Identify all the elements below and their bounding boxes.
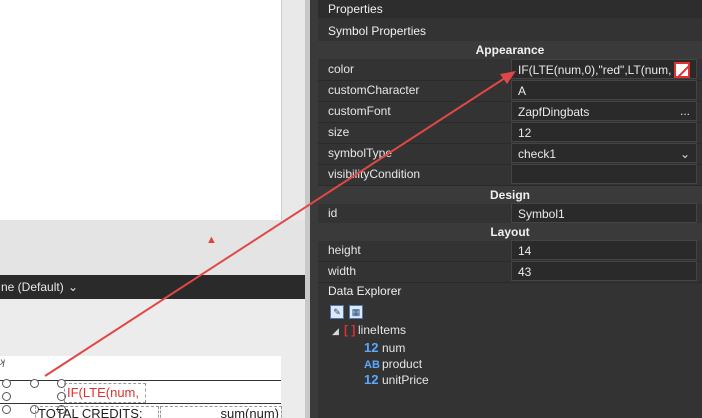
color-expression-field[interactable]: IF(LTE(num,0),"red",LT(num,: [511, 59, 697, 79]
prop-label: width: [328, 264, 357, 278]
number-type-icon: 12: [364, 372, 379, 387]
prop-row-customCharacter[interactable]: customCharacter A: [318, 80, 702, 102]
properties-title: Properties: [318, 0, 702, 18]
sum-textbox[interactable]: sum(num): [160, 406, 282, 418]
tree-item-lineItems[interactable]: ◢[ ] lineItems: [332, 322, 406, 338]
prop-label: height: [328, 243, 361, 257]
properties-panel: Properties Symbol Properties Appearance …: [318, 0, 702, 418]
width-field[interactable]: 43: [511, 261, 697, 281]
edit-datasource-icon[interactable]: ✎: [330, 305, 344, 319]
report-designer-canvas[interactable]: ▲ ne (Default) ⌄ ʞ IF(LTE(num, TOTAL CRE…: [0, 0, 310, 418]
datasource-grid-icon[interactable]: ▦: [349, 305, 363, 319]
number-type-icon: 12: [364, 340, 379, 355]
data-explorer-title: Data Explorer: [328, 284, 402, 298]
custom-font-field[interactable]: ZapfDingbats ...: [511, 101, 697, 121]
band-divider: [0, 380, 281, 381]
symbol-type-select[interactable]: check1 ⌄: [511, 143, 697, 163]
band-divider: [0, 403, 281, 404]
color-swatch-icon[interactable]: [674, 62, 690, 78]
data-explorer-toolbar: ✎ ▦: [330, 304, 368, 319]
browse-button[interactable]: ...: [674, 102, 696, 120]
warning-icon: ▲: [206, 234, 217, 246]
tree-item-product[interactable]: AB product: [364, 356, 422, 372]
prop-label: customCharacter: [328, 83, 420, 97]
prop-row-height[interactable]: height 14: [318, 240, 702, 262]
chevron-down-icon: ⌄: [679, 147, 690, 161]
prop-label: id: [328, 206, 338, 220]
height-field[interactable]: 14: [511, 240, 697, 260]
symbol-type-value: check1: [518, 147, 557, 161]
tree-item-label: unitPrice: [382, 373, 429, 387]
section-design: Design: [318, 186, 702, 204]
color-expression-value: IF(LTE(num,0),"red",LT(num,: [518, 63, 672, 77]
resize-handle[interactable]: [2, 392, 11, 401]
id-field[interactable]: Symbol1: [511, 203, 697, 223]
design-surface-margin: [0, 220, 305, 275]
prop-row-visibilityCondition[interactable]: visibilityCondition: [318, 164, 702, 186]
symbol-properties-title: Symbol Properties: [318, 22, 702, 40]
prop-label: visibilityCondition: [328, 167, 421, 181]
section-layout: Layout: [318, 223, 702, 241]
prop-label: size: [328, 125, 350, 139]
prop-label: color: [328, 62, 355, 76]
tree-item-label: lineItems: [358, 323, 407, 337]
size-field[interactable]: 12: [511, 122, 697, 142]
panel-splitter[interactable]: [310, 0, 318, 418]
custom-character-field[interactable]: A: [511, 80, 697, 100]
prop-row-symbolType[interactable]: symbolType check1 ⌄: [318, 143, 702, 165]
theme-dropdown-label: ne (Default): [1, 280, 64, 294]
prop-row-width[interactable]: width 43: [318, 261, 702, 283]
prop-row-size[interactable]: size 12: [318, 122, 702, 144]
prop-row-id[interactable]: id Symbol1: [318, 203, 702, 225]
resize-handle[interactable]: [2, 405, 11, 414]
theme-dropdown[interactable]: ne (Default) ⌄: [0, 275, 305, 299]
tree-item-unitPrice[interactable]: 12 unitPrice: [364, 372, 429, 388]
prop-label: symbolType: [328, 146, 393, 160]
section-appearance: Appearance: [318, 41, 702, 59]
resize-handle[interactable]: [2, 379, 11, 388]
prop-row-customFont[interactable]: customFont ZapfDingbats ...: [318, 101, 702, 123]
array-icon: [ ]: [344, 323, 356, 337]
total-label[interactable]: TOTAL CREDITS:: [35, 406, 159, 418]
prop-row-color[interactable]: color IF(LTE(num,0),"red",LT(num,: [318, 59, 702, 81]
chevron-down-icon: ⌄: [68, 280, 79, 294]
string-type-icon: AB: [364, 359, 380, 371]
tree-expand-icon[interactable]: ◢: [332, 323, 344, 339]
resize-handle[interactable]: [30, 379, 39, 388]
tree-item-num[interactable]: 12 num: [364, 340, 405, 356]
prop-label: customFont: [328, 104, 391, 118]
custom-font-value: ZapfDingbats: [518, 105, 590, 119]
tree-item-label: product: [382, 357, 423, 371]
visibility-condition-field[interactable]: [511, 164, 697, 184]
band-label-fragment: ʞ: [0, 357, 5, 368]
tree-item-label: num: [382, 341, 406, 355]
design-surface[interactable]: [0, 0, 282, 220]
expression-textbox[interactable]: IF(LTE(num,: [64, 383, 146, 403]
